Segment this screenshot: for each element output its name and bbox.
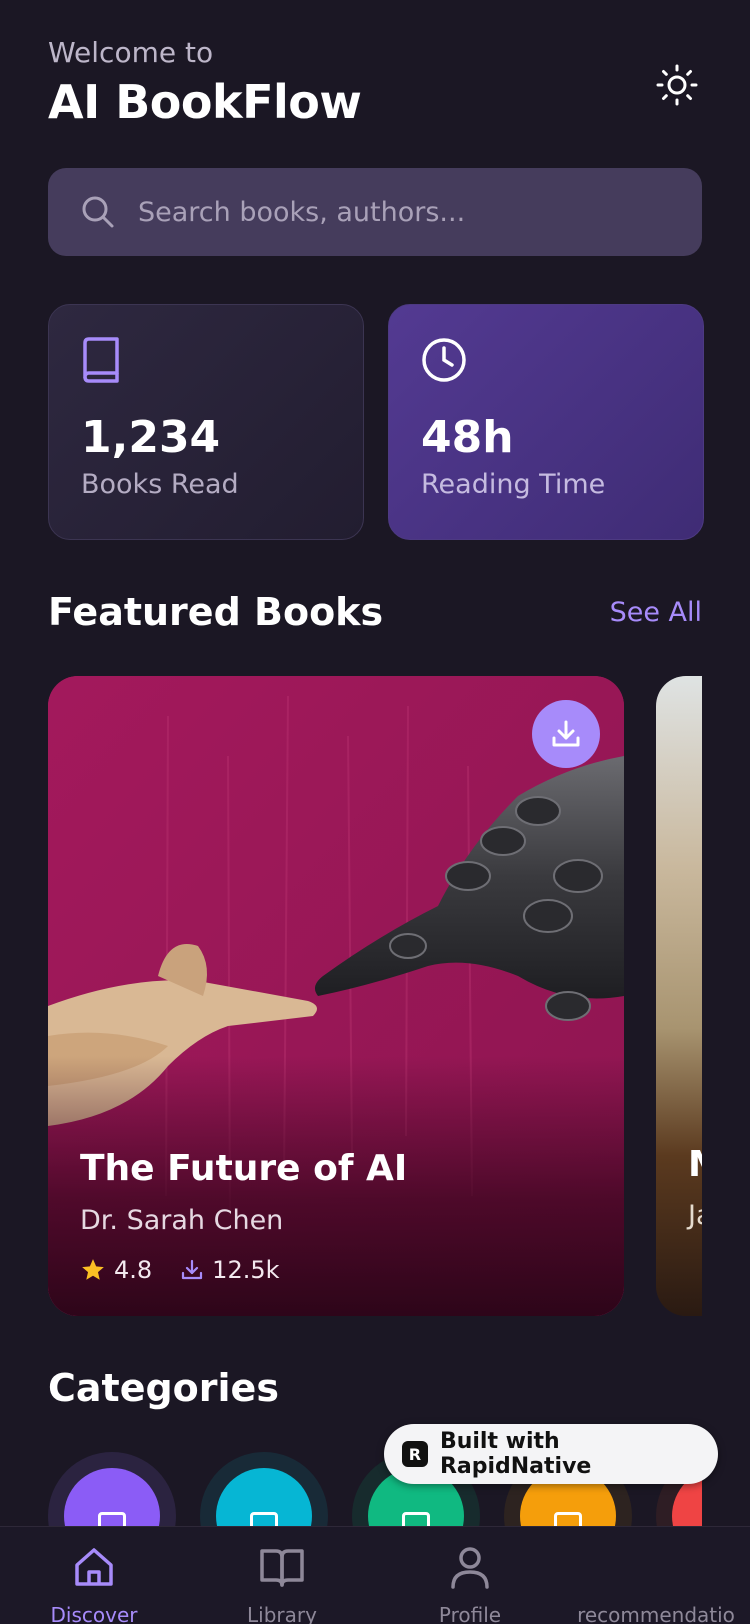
categories-title: Categories bbox=[48, 1366, 279, 1410]
badge-text: Built with RapidNative bbox=[439, 1429, 592, 1479]
search-icon bbox=[82, 196, 114, 228]
stat-card-reading-time: 48h Reading Time bbox=[388, 304, 704, 540]
downloads-value: 12.5k bbox=[212, 1256, 280, 1284]
reading-time-label: Reading Time bbox=[421, 469, 606, 500]
tab-label: Discover bbox=[50, 1603, 138, 1624]
book-author-2: Ja bbox=[688, 1200, 702, 1231]
book-icon bbox=[250, 1512, 278, 1526]
category-item[interactable] bbox=[200, 1452, 328, 1526]
tab-label: Library bbox=[247, 1603, 317, 1624]
header: Welcome to AI BookFlow bbox=[48, 36, 702, 136]
sun-icon bbox=[656, 64, 698, 106]
tab-discover[interactable]: Discover bbox=[0, 1545, 188, 1624]
rating: 4.8 bbox=[80, 1256, 152, 1284]
book-info: The Future of AI Dr. Sarah Chen 4.8 12.5… bbox=[80, 1147, 592, 1284]
tab-icon-placeholder bbox=[634, 1545, 678, 1589]
book-icon bbox=[98, 1512, 126, 1526]
download-count-icon bbox=[182, 1259, 203, 1280]
download-button[interactable] bbox=[532, 700, 600, 768]
theme-toggle-button[interactable] bbox=[652, 60, 702, 110]
category-icon bbox=[216, 1468, 312, 1526]
search-input[interactable]: Search books, authors... bbox=[48, 168, 702, 256]
featured-book-card[interactable]: The Future of AI Dr. Sarah Chen 4.8 12.5… bbox=[48, 676, 624, 1316]
home-icon bbox=[75, 1548, 113, 1586]
book-icon bbox=[402, 1512, 430, 1526]
see-all-link[interactable]: See All bbox=[610, 597, 702, 628]
tab-library[interactable]: Library bbox=[188, 1545, 376, 1624]
books-read-label: Books Read bbox=[81, 469, 239, 500]
book-author: Dr. Sarah Chen bbox=[80, 1205, 284, 1236]
clock-icon bbox=[422, 338, 466, 382]
books-read-value: 1,234 bbox=[81, 412, 221, 463]
category-icon bbox=[64, 1468, 160, 1526]
person-icon bbox=[451, 1547, 489, 1589]
stat-card-books-read: 1,234 Books Read bbox=[48, 304, 364, 540]
rapidnative-logo-icon: R bbox=[402, 1441, 428, 1467]
reading-time-value: 48h bbox=[421, 412, 514, 463]
app-title: AI BookFlow bbox=[48, 75, 362, 129]
tab-profile[interactable]: Profile bbox=[376, 1545, 564, 1624]
bottom-tab-bar: Discover Library Profile recommendatio bbox=[0, 1526, 750, 1624]
featured-title: Featured Books bbox=[48, 590, 384, 634]
featured-header: Featured Books See All bbox=[48, 590, 702, 634]
star-icon bbox=[82, 1259, 104, 1280]
tab-recommendations[interactable]: recommendatio bbox=[562, 1545, 750, 1624]
downloads: 12.5k bbox=[180, 1256, 280, 1284]
category-item[interactable] bbox=[48, 1452, 176, 1526]
featured-book-card-2[interactable]: M Ja bbox=[656, 676, 702, 1316]
open-book-icon bbox=[260, 1549, 304, 1587]
built-with-badge[interactable]: R Built with RapidNative bbox=[384, 1424, 718, 1484]
download-icon bbox=[552, 720, 580, 747]
tab-label: recommendatio bbox=[577, 1603, 735, 1624]
book-icon bbox=[83, 337, 119, 383]
book-title-2: M bbox=[688, 1144, 702, 1185]
book-icon bbox=[554, 1512, 582, 1526]
book-title: The Future of AI bbox=[80, 1148, 408, 1189]
book-meta: 4.8 12.5k bbox=[80, 1256, 592, 1284]
rating-value: 4.8 bbox=[114, 1256, 153, 1284]
search-placeholder: Search books, authors... bbox=[138, 196, 466, 228]
welcome-text: Welcome to bbox=[48, 36, 214, 69]
tab-label: Profile bbox=[438, 1603, 502, 1624]
